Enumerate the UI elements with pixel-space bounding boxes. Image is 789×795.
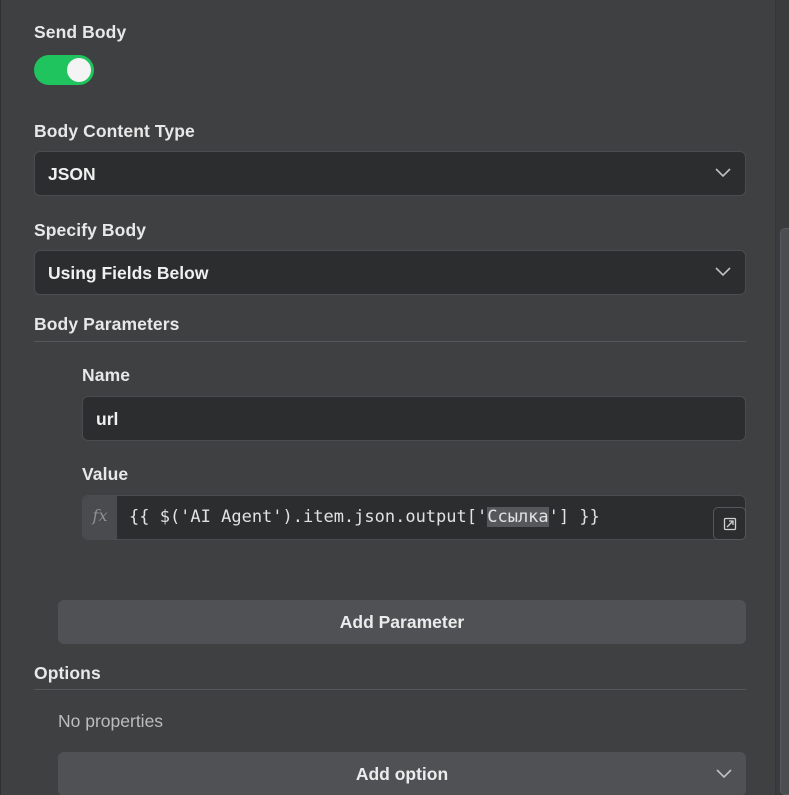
toggle-knob xyxy=(67,58,91,82)
chevron-down-icon xyxy=(716,769,732,779)
expression-highlight: Ссылка xyxy=(487,507,549,527)
specify-body-label: Specify Body xyxy=(34,220,147,240)
body-content-type-select[interactable]: JSON xyxy=(34,151,746,196)
chevron-down-icon xyxy=(715,267,731,277)
body-content-type-value: JSON xyxy=(48,164,96,184)
expression-suffix: '] }} xyxy=(548,507,600,527)
expression-code[interactable]: {{ $('AI Agent').item.json.output['Ссылк… xyxy=(129,507,600,527)
add-option-button[interactable]: Add option xyxy=(58,752,746,795)
fx-icon: fx xyxy=(83,496,117,539)
specify-body-value: Using Fields Below xyxy=(48,263,209,283)
settings-panel: Send Body Body Content Type JSON Specify… xyxy=(0,0,775,795)
parameter-name-label: Name xyxy=(82,365,131,385)
section-divider xyxy=(34,341,746,342)
send-body-toggle[interactable] xyxy=(34,55,94,85)
specify-body-select[interactable]: Using Fields Below xyxy=(34,250,746,295)
no-properties-text: No properties xyxy=(58,711,164,731)
options-divider xyxy=(34,689,746,690)
parameter-value-label: Value xyxy=(82,464,129,484)
scrollbar-thumb[interactable] xyxy=(780,228,789,795)
parameter-value-expression-input[interactable]: fx {{ $('AI Agent').item.json.output['Сс… xyxy=(82,495,746,540)
options-heading: Options xyxy=(34,663,101,683)
parameter-name-value: url xyxy=(96,409,119,429)
expand-icon xyxy=(723,517,737,531)
add-parameter-button[interactable]: Add Parameter xyxy=(58,600,746,644)
body-content-type-label: Body Content Type xyxy=(34,121,195,141)
expression-prefix: {{ $('AI Agent').item.json.output[' xyxy=(129,507,488,527)
chevron-down-icon xyxy=(715,168,731,178)
open-expression-editor-button[interactable] xyxy=(713,507,746,540)
add-option-label: Add option xyxy=(355,764,449,784)
body-parameters-heading: Body Parameters xyxy=(34,314,180,334)
parameter-name-input[interactable]: url xyxy=(82,396,746,441)
send-body-label: Send Body xyxy=(34,22,127,42)
